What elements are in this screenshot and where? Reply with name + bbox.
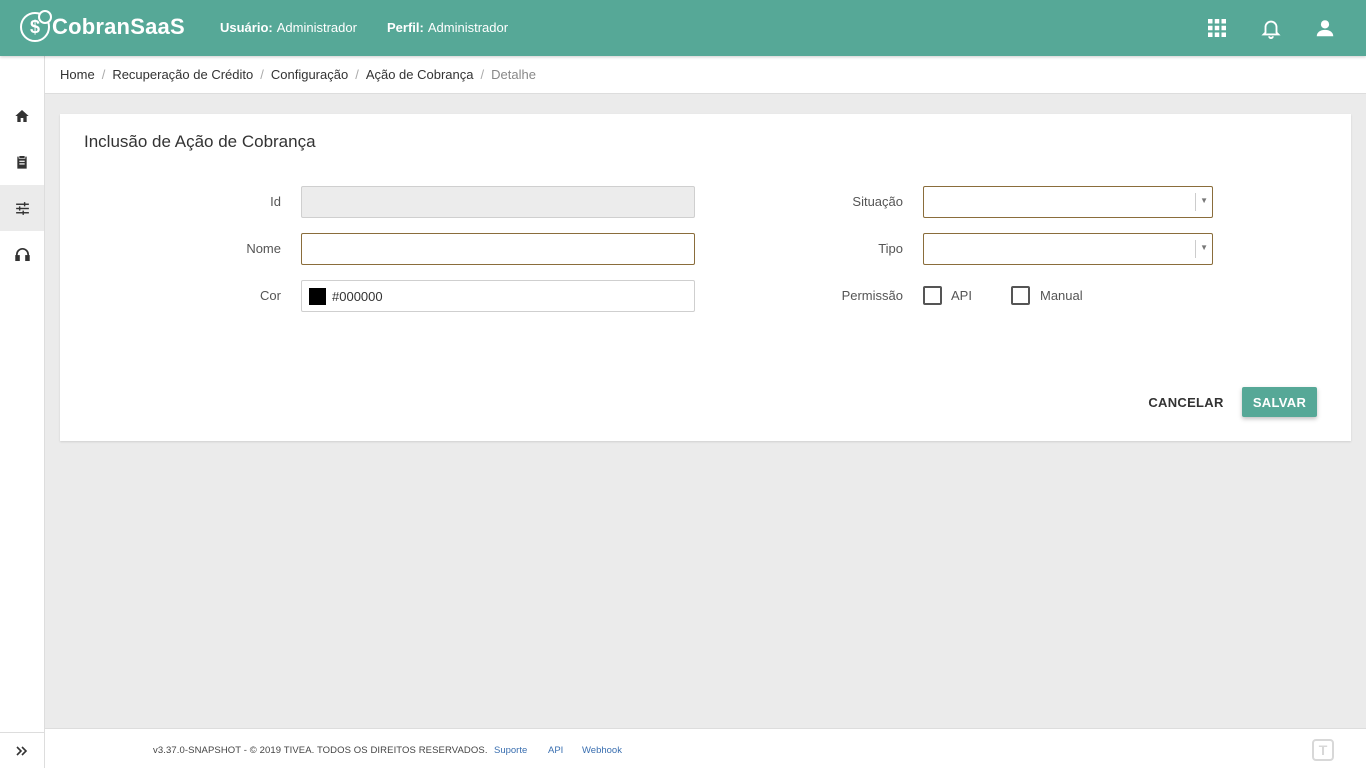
cor-label: Cor [260, 288, 281, 303]
manual-checkbox-label[interactable]: Manual [1040, 288, 1083, 303]
id-label: Id [270, 194, 281, 209]
coin-logo-icon: $ [20, 10, 52, 42]
current-profile: Perfil: Administrador [387, 20, 508, 35]
select-divider [1195, 240, 1196, 258]
home-icon [15, 110, 29, 122]
form-card: Inclusão de Ação de Cobrança Id Nome Cor… [60, 114, 1351, 441]
api-checkbox-label[interactable]: API [951, 288, 972, 303]
profile-label: Perfil: [387, 20, 424, 35]
breadcrumb: Home / Recuperação de Crédito / Configur… [45, 56, 1366, 94]
situacao-select[interactable]: ▼ [923, 186, 1213, 218]
apps-grid-icon[interactable] [1205, 16, 1229, 40]
footer-link-support[interactable]: Suporte [494, 745, 527, 756]
company-logo-icon: T [1312, 739, 1334, 761]
sidebar-item-home[interactable] [0, 93, 44, 139]
footer-link-webhook[interactable]: Webhook [582, 745, 622, 756]
select-divider [1195, 193, 1196, 211]
id-field [301, 186, 695, 218]
user-value: Administrador [276, 20, 357, 35]
chevron-down-icon: ▼ [1200, 243, 1208, 252]
sidebar-expand-button[interactable] [0, 732, 44, 768]
api-checkbox[interactable] [923, 286, 942, 305]
account-icon[interactable] [1313, 16, 1337, 40]
sidebar-item-settings[interactable] [0, 185, 44, 231]
breadcrumb-collection-action[interactable]: Ação de Cobrança [366, 67, 474, 82]
breadcrumb-separator: / [480, 67, 485, 82]
sidebar-item-clipboard[interactable] [0, 139, 44, 185]
tipo-label: Tipo [878, 241, 903, 256]
breadcrumb-separator: / [260, 67, 264, 82]
color-swatch[interactable] [309, 287, 326, 305]
footer-link-api[interactable]: API [548, 745, 563, 756]
breadcrumb-separator: / [101, 67, 106, 82]
brand-name: CobranSaaS [52, 14, 185, 39]
copyright-text: v3.37.0-SNAPSHOT - © 2019 TIVEA. TODOS O… [153, 745, 488, 756]
headset-icon [14, 247, 30, 261]
top-app-bar: $ CobranSaaS Usuário: Administrador Perfi… [0, 0, 1366, 56]
breadcrumb-credit-recovery[interactable]: Recuperação de Crédito [112, 67, 253, 82]
page-title: Inclusão de Ação de Cobrança [84, 132, 316, 151]
footer: v3.37.0-SNAPSHOT - © 2019 TIVEA. TODOS O… [45, 728, 1366, 768]
double-chevron-right-icon [16, 745, 28, 756]
breadcrumb-configuration[interactable]: Configuração [271, 67, 348, 82]
breadcrumb-current: Detalhe [491, 67, 536, 82]
color-value: #000000 [332, 288, 383, 304]
current-user: Usuário: Administrador [220, 20, 357, 35]
save-button[interactable]: SALVAR [1242, 387, 1317, 417]
nome-label: Nome [246, 241, 281, 256]
manual-checkbox[interactable] [1011, 286, 1030, 305]
sidebar [0, 56, 45, 768]
permissao-label: Permissão [841, 288, 903, 303]
tipo-select[interactable]: ▼ [923, 233, 1213, 265]
nome-field[interactable] [301, 233, 695, 265]
brand-logo[interactable]: $ CobranSaaS [20, 10, 185, 42]
color-picker-field[interactable]: #000000 [301, 280, 695, 312]
cancel-button[interactable]: CANCELAR [1141, 387, 1231, 417]
situacao-label: Situação [852, 194, 903, 209]
tune-sliders-icon [15, 201, 29, 215]
breadcrumb-home[interactable]: Home [60, 67, 95, 82]
notifications-bell-icon[interactable] [1259, 16, 1283, 40]
chevron-down-icon: ▼ [1200, 196, 1208, 205]
breadcrumb-separator: / [355, 67, 359, 82]
sidebar-item-support[interactable] [0, 231, 44, 277]
clipboard-icon [17, 156, 27, 169]
profile-value: Administrador [427, 20, 509, 35]
user-label: Usuário: [220, 20, 273, 35]
